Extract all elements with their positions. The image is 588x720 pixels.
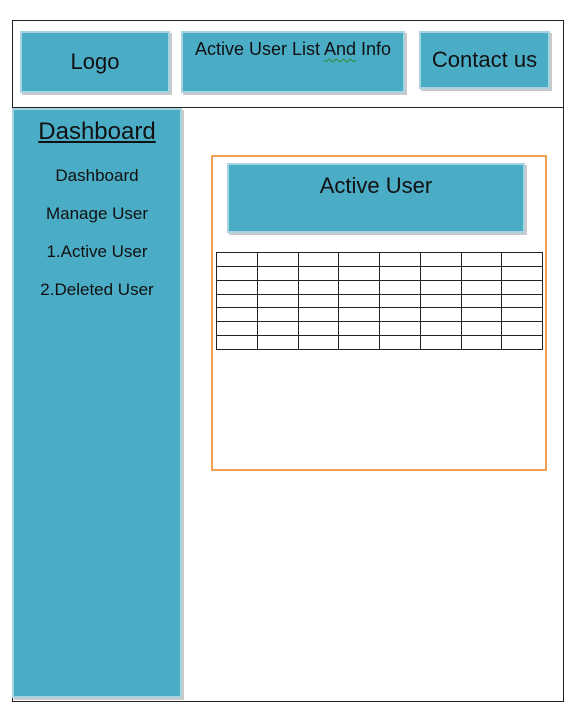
table-cell (256, 307, 299, 323)
contact-us-button[interactable]: Contact us (419, 31, 550, 89)
table-cell (501, 307, 543, 323)
table-cell (338, 293, 380, 309)
sidebar-title[interactable]: Dashboard (14, 118, 180, 146)
table-cell (460, 279, 503, 295)
table-row (216, 307, 543, 323)
table-cell (379, 252, 421, 267)
table-cell (501, 293, 543, 309)
table-cell (379, 265, 421, 281)
logo[interactable]: Logo (20, 31, 170, 93)
table-row (216, 252, 543, 267)
sidebar-item-dashboard[interactable]: Dashboard (14, 166, 180, 186)
table-cell (216, 252, 258, 267)
table-cell (338, 321, 380, 337)
logo-label: Logo (70, 49, 120, 74)
table-cell (297, 279, 340, 295)
table-row (216, 265, 543, 281)
table-cell (216, 279, 258, 295)
table-cell (460, 335, 503, 350)
table-cell (216, 307, 258, 323)
table-cell (419, 335, 462, 350)
table-cell (419, 307, 462, 323)
table-cell (216, 321, 258, 337)
table-cell (419, 265, 462, 281)
table-cell (297, 252, 340, 267)
table-row (216, 321, 543, 337)
table-cell (216, 335, 258, 350)
table-cell (216, 293, 258, 309)
user-table (216, 252, 543, 350)
sidebar-item-active-user[interactable]: 1.Active User (14, 242, 180, 262)
table-cell (256, 265, 299, 281)
table-cell (501, 335, 543, 350)
table-cell (338, 335, 380, 350)
table-cell (256, 252, 299, 267)
table-cell (297, 335, 340, 350)
table-cell (460, 307, 503, 323)
table-cell (419, 279, 462, 295)
table-row (216, 293, 543, 309)
page-title: Active User List And Info (181, 31, 405, 93)
table-cell (460, 293, 503, 309)
sidebar: Dashboard Dashboard Manage User 1.Active… (12, 108, 182, 698)
table-cell (379, 307, 421, 323)
table-cell (501, 279, 543, 295)
sidebar-item-manage-user[interactable]: Manage User (14, 204, 180, 224)
table-cell (338, 279, 380, 295)
table-cell (419, 293, 462, 309)
table-cell (501, 321, 543, 337)
table-cell (297, 293, 340, 309)
table-cell (379, 321, 421, 337)
table-cell (338, 307, 380, 323)
table-cell (460, 265, 503, 281)
table-row (216, 335, 543, 350)
table-cell (419, 252, 462, 267)
table-cell (419, 321, 462, 337)
table-cell (460, 252, 503, 267)
table-cell (501, 265, 543, 281)
table-cell (338, 265, 380, 281)
contact-us-label: Contact us (431, 47, 538, 72)
table-cell (379, 335, 421, 350)
table-cell (379, 293, 421, 309)
table-cell (216, 265, 258, 281)
table-cell (256, 279, 299, 295)
table-cell (256, 335, 299, 350)
table-row (216, 279, 543, 295)
table-cell (338, 252, 380, 267)
table-cell (256, 321, 299, 337)
table-cell (256, 293, 299, 309)
panel-title: Active User (227, 163, 525, 233)
table-cell (297, 265, 340, 281)
page-title-text: Active User List And Info (194, 39, 392, 59)
table-cell (460, 321, 503, 337)
table-cell (379, 279, 421, 295)
sidebar-item-deleted-user[interactable]: 2.Deleted User (14, 280, 180, 300)
table-cell (297, 307, 340, 323)
table-cell (501, 252, 543, 267)
panel-title-text: Active User (319, 173, 433, 198)
table-cell (297, 321, 340, 337)
